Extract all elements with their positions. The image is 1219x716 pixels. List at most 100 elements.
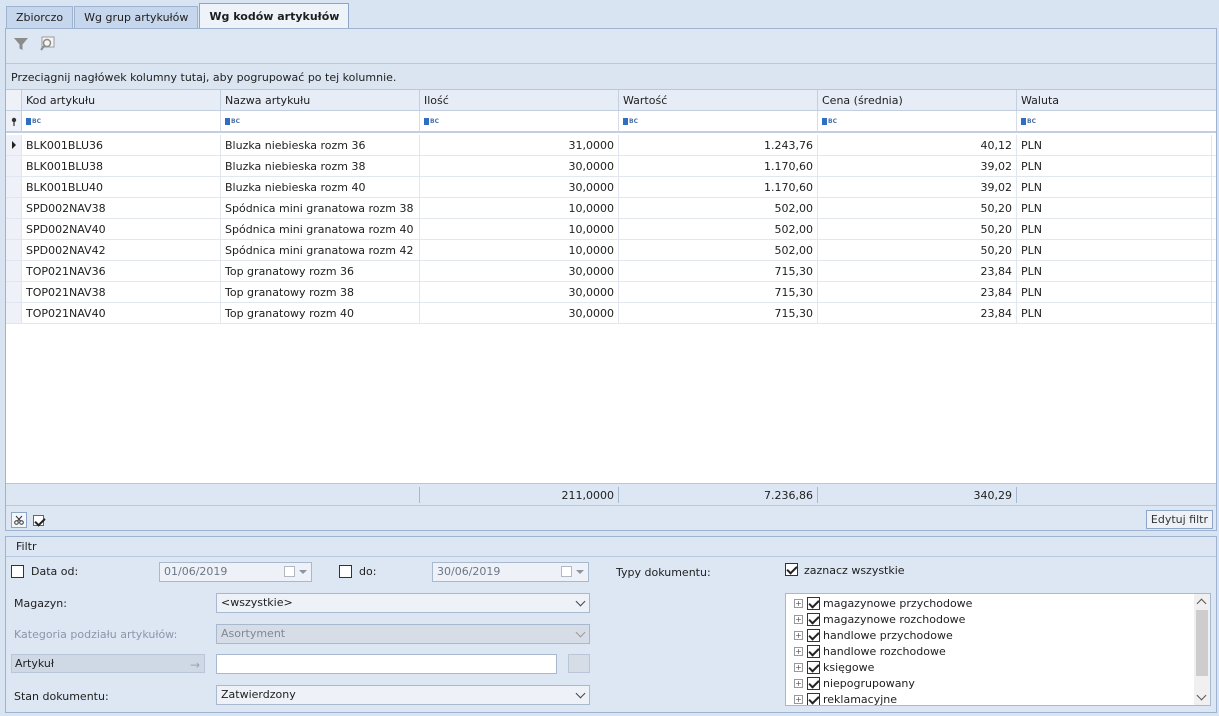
tree-item-checkbox[interactable] [807,612,820,626]
filter-cell-waluta[interactable]: BC [1017,111,1212,131]
table-cell[interactable]: Spódnica mini granatowa rozm 40 [221,219,420,239]
calendar-icon[interactable] [561,566,572,577]
table-cell[interactable]: PLN [1017,219,1212,239]
tree-item[interactable]: + handlowe rozchodowe [794,643,946,659]
table-row[interactable]: TOP021NAV36 Top granatowy rozm 36 30,0000 7… [6,261,1216,282]
table-cell[interactable]: BLK001BLU40 [22,177,221,197]
scroll-thumb[interactable] [1196,610,1208,676]
table-cell[interactable]: Top granatowy rozm 40 [221,303,420,323]
expand-icon[interactable]: + [794,694,803,704]
table-cell[interactable]: SPD002NAV40 [22,219,221,239]
table-cell[interactable]: 23,84 [818,261,1017,281]
scroll-up-icon[interactable] [1196,598,1207,609]
table-cell[interactable]: 50,20 [818,198,1017,218]
magnifier-icon[interactable] [38,35,56,53]
tree-item-checkbox[interactable] [807,692,820,705]
filter-cell-nazwa[interactable]: BC [221,111,420,131]
column-header-waluta[interactable]: Waluta [1017,90,1212,110]
table-cell[interactable]: BLK001BLU38 [22,156,221,176]
table-cell[interactable]: 30,0000 [420,303,619,323]
table-cell[interactable]: Top granatowy rozm 36 [221,261,420,281]
date-to-field[interactable]: 30/06/2019 [432,562,589,582]
tree-item[interactable]: + handlowe przychodowe [794,627,953,643]
row-indicator[interactable] [6,261,22,281]
filter-cell-cena[interactable]: BC [818,111,1017,131]
tree-item[interactable]: + magazynowe rozchodowe [794,611,965,627]
table-cell[interactable]: 31,0000 [420,135,619,155]
tree-item-checkbox[interactable] [807,596,820,610]
table-cell[interactable]: 30,0000 [420,282,619,302]
funnel-icon[interactable] [12,35,30,53]
tree-item-checkbox[interactable] [807,628,820,642]
expand-icon[interactable]: + [794,630,803,640]
table-cell[interactable]: PLN [1017,240,1212,260]
dropdown-arrow-icon[interactable] [299,570,307,574]
table-cell[interactable]: 10,0000 [420,198,619,218]
column-header-nazwa[interactable]: Nazwa artykułu [221,90,420,110]
artykul-input[interactable] [216,654,557,674]
enable-filter-checkbox[interactable] [30,512,46,528]
tree-item[interactable]: + reklamacyjne [794,691,897,705]
expand-icon[interactable]: + [794,614,803,624]
row-indicator[interactable] [6,219,22,239]
filter-cell-wartosc[interactable]: BC [619,111,818,131]
edit-filter-button[interactable]: Edytuj filtr [1145,510,1213,529]
date-to-checkbox[interactable] [339,565,352,578]
table-cell[interactable]: TOP021NAV38 [22,282,221,302]
table-row[interactable]: SPD002NAV42 Spódnica mini granatowa rozm … [6,240,1216,261]
tree-item-checkbox[interactable] [807,676,820,690]
table-cell[interactable]: PLN [1017,282,1212,302]
table-cell[interactable]: PLN [1017,303,1212,323]
table-cell[interactable]: PLN [1017,135,1212,155]
table-cell[interactable]: SPD002NAV42 [22,240,221,260]
tree-item-checkbox[interactable] [807,644,820,658]
vertical-scrollbar[interactable] [1194,594,1210,705]
table-cell[interactable]: TOP021NAV40 [22,303,221,323]
table-row[interactable]: SPD002NAV38 Spódnica mini granatowa rozm … [6,198,1216,219]
table-cell[interactable]: 30,0000 [420,156,619,176]
table-cell[interactable]: 502,00 [619,240,818,260]
table-cell[interactable]: Bluzka niebieska rozm 40 [221,177,420,197]
column-header-wartosc[interactable]: Wartość [619,90,818,110]
dropdown-arrow-icon[interactable] [576,570,584,574]
table-cell[interactable]: 1.170,60 [619,177,818,197]
tab-wg-kodow-artykulow[interactable]: Wg kodów artykułów [199,3,350,28]
calendar-icon[interactable] [284,566,295,577]
filter-cell-ilosc[interactable]: BC [420,111,619,131]
table-cell[interactable]: 39,02 [818,156,1017,176]
expand-icon[interactable]: + [794,598,803,608]
table-cell[interactable]: 502,00 [619,198,818,218]
column-header-cena[interactable]: Cena (średnia) [818,90,1017,110]
tree-item[interactable]: + niepogrupowany [794,675,915,691]
table-cell[interactable]: 50,20 [818,219,1017,239]
tab-zbiorczo[interactable]: Zbiorczo [6,6,74,28]
column-header-ilosc[interactable]: Ilość [420,90,619,110]
table-cell[interactable]: 1.243,76 [619,135,818,155]
table-cell[interactable]: 1.170,60 [619,156,818,176]
table-cell[interactable]: 10,0000 [420,219,619,239]
table-cell[interactable]: 30,0000 [420,177,619,197]
tree-item[interactable]: + magazynowe przychodowe [794,595,972,611]
scroll-down-icon[interactable] [1196,690,1207,701]
magazyn-select[interactable]: <wszystkie> [216,593,590,613]
eraser-icon[interactable] [568,654,590,673]
table-cell[interactable]: Bluzka niebieska rozm 36 [221,135,420,155]
table-cell[interactable]: Spódnica mini granatowa rozm 38 [221,198,420,218]
row-indicator[interactable] [6,240,22,260]
table-cell[interactable]: PLN [1017,261,1212,281]
table-cell[interactable]: BLK001BLU36 [22,135,221,155]
table-cell[interactable]: SPD002NAV38 [22,198,221,218]
table-cell[interactable]: 30,0000 [420,261,619,281]
table-row[interactable]: SPD002NAV40 Spódnica mini granatowa rozm … [6,219,1216,240]
table-cell[interactable]: 10,0000 [420,240,619,260]
expand-icon[interactable]: + [794,646,803,656]
date-from-checkbox[interactable] [11,565,24,578]
table-cell[interactable]: PLN [1017,198,1212,218]
column-header-kod[interactable]: Kod artykułu [22,90,221,110]
table-cell[interactable]: Top granatowy rozm 38 [221,282,420,302]
table-cell[interactable]: PLN [1017,156,1212,176]
stan-select[interactable]: Zatwierdzony [216,685,590,705]
table-cell[interactable]: 23,84 [818,282,1017,302]
table-cell[interactable]: 23,84 [818,303,1017,323]
artykul-button[interactable]: Artykuł → [11,654,205,673]
